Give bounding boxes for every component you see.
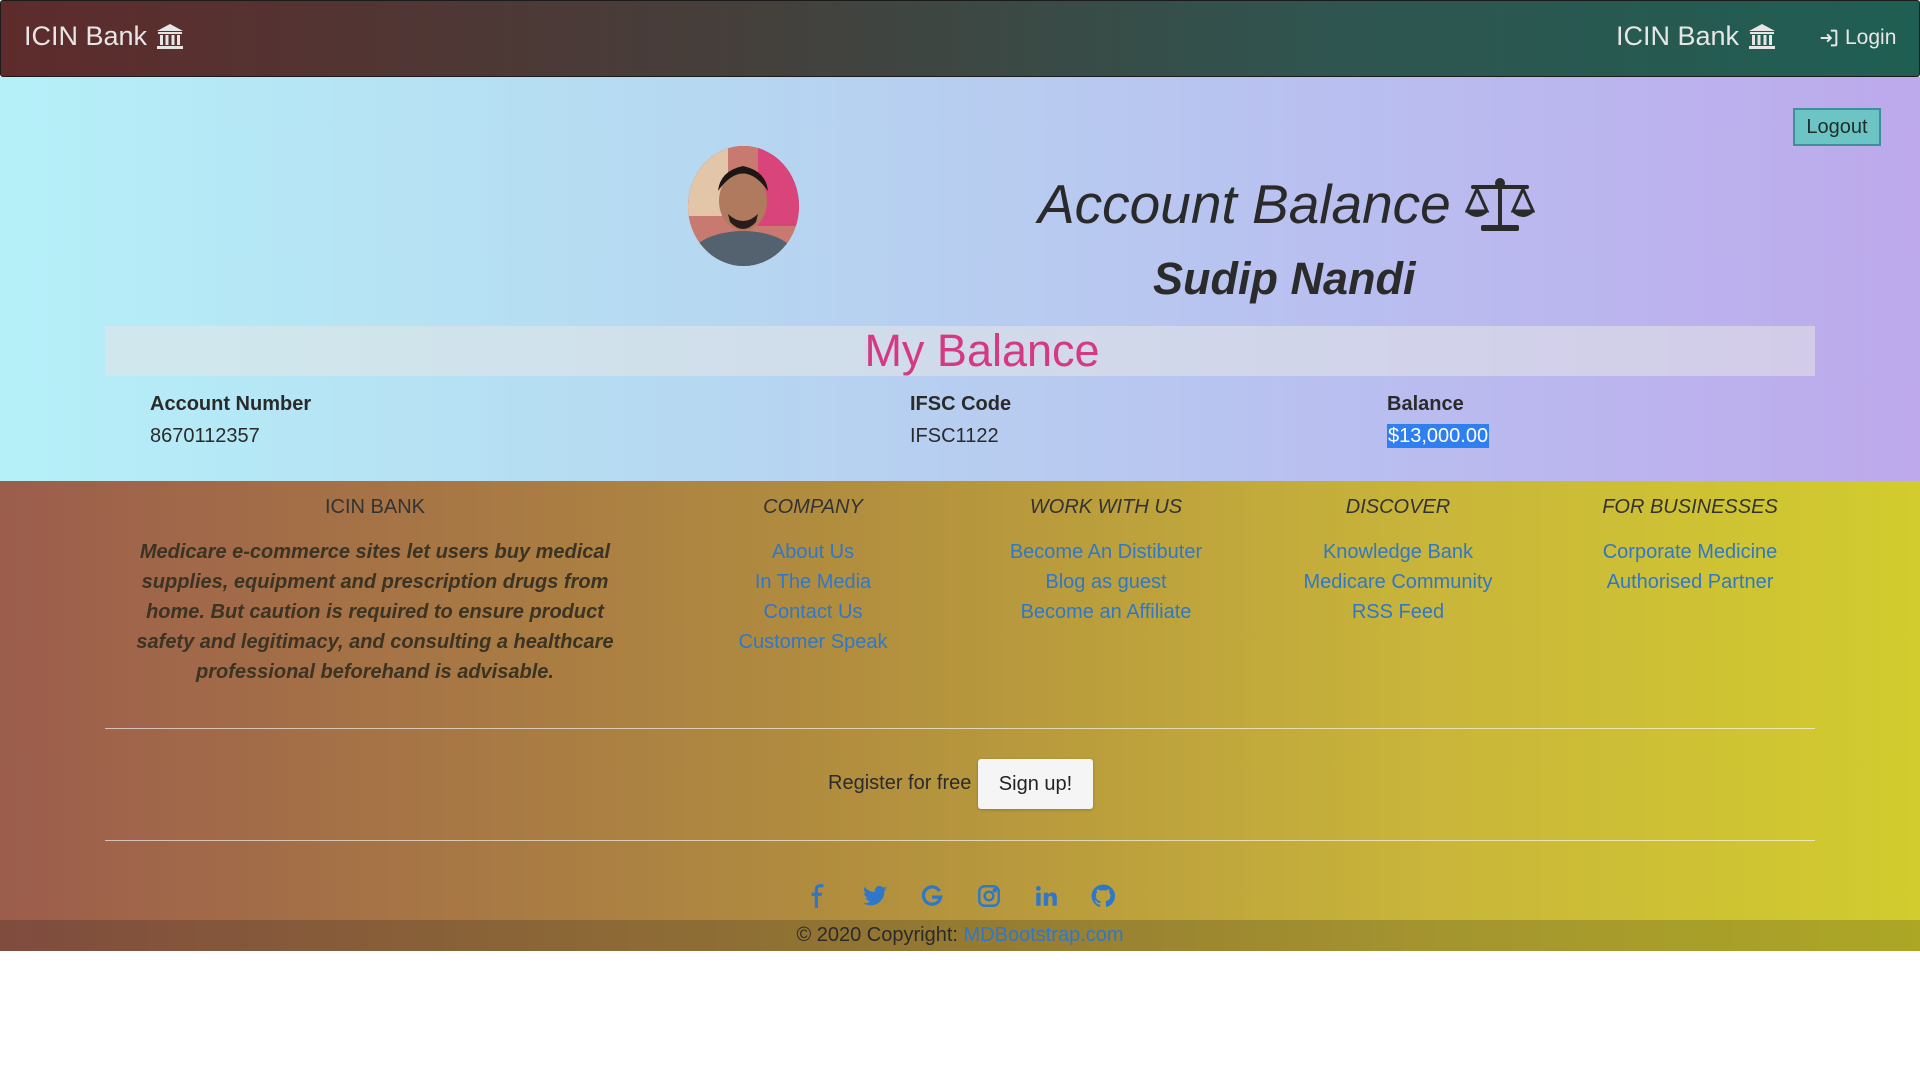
footer-link-authorised-partner[interactable]: Authorised Partner (1570, 567, 1810, 597)
footer-link-blog-as-guest[interactable]: Blog as guest (996, 567, 1216, 597)
footer-link-about-us[interactable]: About Us (713, 537, 913, 567)
brand-link-left[interactable]: ICIN Bank (24, 21, 185, 52)
footer-business-column: FOR BUSINESSES Corporate Medicine Author… (1570, 496, 1810, 597)
balance-scale-icon (1464, 178, 1535, 231)
footer-discover-column: DISCOVER Knowledge Bank Medicare Communi… (1288, 496, 1508, 627)
twitter-icon[interactable] (862, 883, 888, 909)
footer-company-heading: COMPANY (763, 496, 863, 518)
account-number-column: Account Number 8670112357 (150, 393, 311, 448)
ifsc-value: IFSC1122 (910, 425, 999, 447)
brand-link-right[interactable]: ICIN Bank (1616, 21, 1777, 52)
navbar: ICIN Bank ICIN Bank Login (0, 0, 1920, 77)
footer-link-medicare-community[interactable]: Medicare Community (1288, 567, 1508, 597)
brand-label: ICIN Bank (1616, 21, 1740, 51)
brand-label: ICIN Bank (24, 21, 148, 51)
account-number-value: 8670112357 (150, 425, 260, 447)
copyright-bar: © 2020 Copyright: MDBootstrap.com (0, 920, 1920, 951)
page-title: Account Balance (1038, 172, 1535, 236)
footer-about-heading: ICIN BANK (324, 496, 426, 518)
facebook-icon[interactable] (805, 883, 831, 909)
footer-company-column: COMPANY About Us In The Media Contact Us… (713, 496, 913, 657)
social-icons (805, 883, 1116, 909)
sign-up-button[interactable]: Sign up! (978, 759, 1093, 809)
footer-business-heading: FOR BUSINESSES (1602, 496, 1778, 518)
footer-work-column: WORK WITH US Become An Distibuter Blog a… (996, 496, 1216, 627)
ifsc-label: IFSC Code (910, 393, 1012, 415)
footer-link-rss-feed[interactable]: RSS Feed (1288, 597, 1508, 627)
github-icon[interactable] (1090, 883, 1116, 909)
account-number-label: Account Number (150, 393, 312, 415)
linkedin-icon[interactable] (1033, 883, 1059, 909)
footer-divider (105, 840, 1815, 841)
copyright-link[interactable]: MDBootstrap.com (964, 924, 1124, 946)
google-icon[interactable] (919, 883, 945, 909)
footer-link-customer-speak[interactable]: Customer Speak (713, 627, 913, 657)
page-title-text: Account Balance (1038, 173, 1451, 235)
ifsc-column: IFSC Code IFSC1122 (910, 393, 1011, 448)
bank-icon (1749, 23, 1776, 49)
login-label: Login (1845, 26, 1897, 49)
balance-value: $13,000.00 (1387, 424, 1490, 448)
footer-link-in-the-media[interactable]: In The Media (713, 567, 913, 597)
footer-about-text: Medicare e-commerce sites let users buy … (136, 541, 614, 683)
footer-link-contact-us[interactable]: Contact Us (713, 597, 913, 627)
balance-value-row: $13,000.00 (1387, 424, 1490, 448)
balance-label: Balance (1387, 393, 1464, 415)
sign-in-icon (1820, 29, 1838, 47)
balance-column: Balance $13,000.00 (1387, 393, 1490, 448)
footer-divider (105, 728, 1815, 729)
footer-link-become-distributer[interactable]: Become An Distibuter (996, 537, 1216, 567)
avatar (688, 146, 799, 266)
bank-icon (157, 23, 184, 49)
footer-link-become-affiliate[interactable]: Become an Affiliate (996, 597, 1216, 627)
logout-button[interactable]: Logout (1793, 108, 1881, 146)
footer-work-heading: WORK WITH US (1029, 496, 1183, 518)
my-balance-header: My Balance (105, 325, 1815, 376)
footer-link-knowledge-bank[interactable]: Knowledge Bank (1288, 537, 1508, 567)
footer-discover-heading: DISCOVER (1345, 496, 1451, 518)
footer-link-corporate-medicine[interactable]: Corporate Medicine (1570, 537, 1810, 567)
login-link[interactable]: Login (1818, 26, 1896, 50)
user-name: Sudip Nandi (1153, 253, 1416, 304)
footer-about-column: ICIN BANK Medicare e-commerce sites let … (120, 496, 630, 687)
copyright-text: © 2020 Copyright: (796, 924, 964, 946)
my-balance-title: My Balance (864, 325, 1100, 376)
register-text: Register for free (828, 772, 972, 794)
instagram-icon[interactable] (976, 883, 1002, 909)
